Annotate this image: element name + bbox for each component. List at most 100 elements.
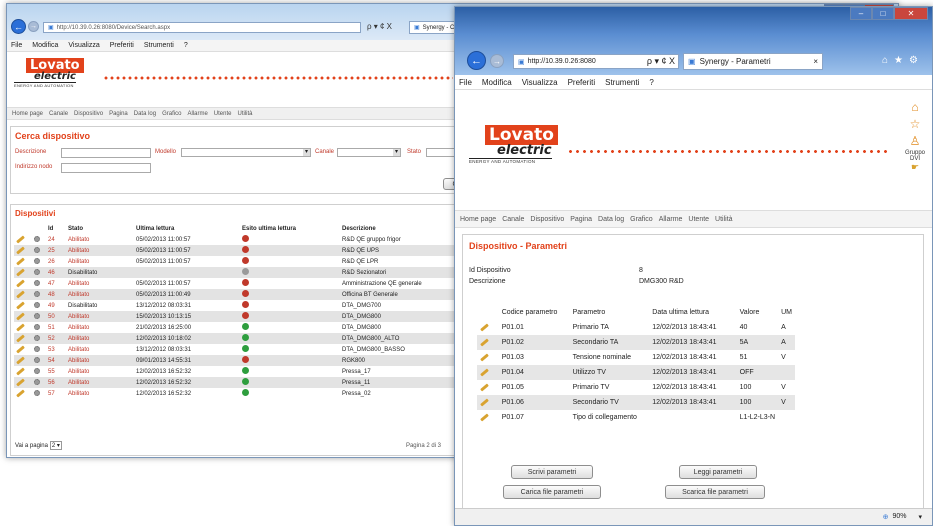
- nav-utilita[interactable]: Utilità: [715, 216, 733, 223]
- table-row[interactable]: 25 Abilitato 05/02/2013 11:00:57 R&D QE UPS: [14, 245, 466, 256]
- table-row[interactable]: 46 Disabilitato R&D Sezionatori: [14, 267, 466, 278]
- edit-pencil-icon[interactable]: [16, 366, 25, 376]
- menu-strumenti[interactable]: Strumenti: [605, 78, 639, 87]
- table-row[interactable]: P01.02 Secondario TA 12/02/2013 18:43:41 5A…: [477, 335, 795, 350]
- table-row[interactable]: P01.04 Utilizzo TV 12/02/2013 18:43:41 OFF: [477, 365, 795, 380]
- nav-dispositivo[interactable]: Dispositivo: [74, 111, 103, 117]
- table-row[interactable]: 48 Abilitato 05/02/2013 11:00:49 Officina B…: [14, 289, 466, 300]
- back-button[interactable]: ←: [467, 51, 486, 70]
- browser-tab[interactable]: ▣ Synergy - Parametri ×: [683, 53, 823, 70]
- nav-utente[interactable]: Utente: [214, 111, 232, 117]
- menu-modifica[interactable]: Modifica: [482, 78, 512, 87]
- gear-icon[interactable]: [34, 345, 40, 352]
- forward-button[interactable]: →: [28, 21, 39, 32]
- gear-icon[interactable]: [34, 389, 40, 396]
- table-row[interactable]: 47 Abilitato 05/02/2013 11:00:57 Amministra…: [14, 278, 466, 289]
- table-row[interactable]: 55 Abilitato 12/02/2013 16:52:32 Pressa_17: [14, 366, 466, 377]
- menu-file[interactable]: File: [459, 78, 472, 87]
- gear-icon[interactable]: [34, 378, 40, 385]
- gear-icon[interactable]: [34, 301, 40, 308]
- table-row[interactable]: P01.06 Secondario TV 12/02/2013 18:43:41 10…: [477, 395, 795, 410]
- nav-utente[interactable]: Utente: [688, 216, 709, 223]
- table-row[interactable]: 53 Abilitato 13/12/2012 08:03:31 DTA_DMG800…: [14, 344, 466, 355]
- descrizione-input[interactable]: [61, 148, 151, 158]
- nav-datalog[interactable]: Data log: [134, 111, 156, 117]
- table-row[interactable]: P01.07 Tipo di collegamento L1-L2-L3-N: [477, 410, 795, 425]
- search-refresh-icons[interactable]: ρ ▾ ¢ X: [367, 22, 392, 31]
- hand-icon[interactable]: ☛: [902, 162, 928, 173]
- edit-pencil-icon[interactable]: [16, 311, 25, 321]
- close-icon[interactable]: ✕: [894, 7, 928, 20]
- search-refresh-icons[interactable]: ρ ▾ ¢ X: [647, 56, 678, 67]
- gear-icon[interactable]: [34, 235, 40, 242]
- table-row[interactable]: 24 Abilitato 05/02/2013 11:00:57 R&D QE gru…: [14, 234, 466, 245]
- address-bar[interactable]: ▣ http://10.39.0.26:8080/Device/Search.a…: [43, 22, 361, 33]
- forward-button[interactable]: →: [490, 54, 504, 68]
- minimize-icon[interactable]: –: [850, 7, 872, 20]
- write-parameters-button[interactable]: Scrivi parametri: [511, 465, 593, 479]
- table-row[interactable]: 51 Abilitato 21/02/2013 16:25:00 DTA_DMG800: [14, 322, 466, 333]
- edit-pencil-icon[interactable]: [16, 234, 25, 244]
- back-button[interactable]: ←: [11, 19, 26, 34]
- indirizzo-input[interactable]: [61, 163, 151, 173]
- edit-pencil-icon[interactable]: [16, 355, 25, 365]
- gear-icon[interactable]: [34, 257, 40, 264]
- nav-home[interactable]: Home page: [12, 111, 43, 117]
- table-row[interactable]: 49 Disabilitato 13/12/2012 08:03:31 DTA_DMG…: [14, 300, 466, 311]
- nav-allarme[interactable]: Allarme: [659, 216, 683, 223]
- table-row[interactable]: 56 Abilitato 12/02/2013 16:52:32 Pressa_11: [14, 377, 466, 388]
- canale-select[interactable]: [337, 148, 401, 157]
- edit-pencil-icon[interactable]: [480, 368, 489, 377]
- gear-icon[interactable]: [34, 312, 40, 319]
- nav-dispositivo[interactable]: Dispositivo: [530, 216, 564, 223]
- nav-home[interactable]: Home page: [460, 216, 496, 223]
- nav-datalog[interactable]: Data log: [598, 216, 624, 223]
- read-parameters-button[interactable]: Leggi parametri: [679, 465, 757, 479]
- gear-icon[interactable]: [34, 290, 40, 297]
- maximize-icon[interactable]: □: [872, 7, 894, 20]
- star-icon[interactable]: ☆: [902, 116, 928, 133]
- user-icon[interactable]: ♙: [902, 133, 928, 150]
- gear-icon[interactable]: [34, 367, 40, 374]
- gear-icon[interactable]: [34, 246, 40, 253]
- gear-icon[interactable]: [34, 323, 40, 330]
- menu-help[interactable]: ?: [649, 78, 653, 87]
- menu-visualizza[interactable]: Visualizza: [68, 42, 99, 49]
- edit-pencil-icon[interactable]: [16, 377, 25, 387]
- nav-pagina[interactable]: Pagina: [109, 111, 128, 117]
- download-file-button[interactable]: Scarica file parametri: [665, 485, 765, 499]
- table-row[interactable]: 54 Abilitato 09/01/2013 14:55:31 RGK800: [14, 355, 466, 366]
- load-file-button[interactable]: Carica file parametri: [503, 485, 601, 499]
- edit-pencil-icon[interactable]: [16, 289, 25, 299]
- table-row[interactable]: P01.03 Tensione nominale 12/02/2013 18:43:…: [477, 350, 795, 365]
- gear-icon[interactable]: [34, 334, 40, 341]
- menu-strumenti[interactable]: Strumenti: [144, 42, 174, 49]
- table-row[interactable]: 52 Abilitato 12/02/2013 10:18:02 DTA_DMG800…: [14, 333, 466, 344]
- edit-pencil-icon[interactable]: [480, 398, 489, 407]
- modello-select[interactable]: [181, 148, 311, 157]
- nav-canale[interactable]: Canale: [49, 111, 68, 117]
- menu-modifica[interactable]: Modifica: [32, 42, 58, 49]
- address-bar[interactable]: ▣ http://10.39.0.26:8080 ρ ▾ ¢ X: [513, 54, 679, 69]
- menu-visualizza[interactable]: Visualizza: [522, 78, 558, 87]
- menu-help[interactable]: ?: [184, 42, 188, 49]
- menu-preferiti[interactable]: Preferiti: [110, 42, 134, 49]
- nav-utilita[interactable]: Utilità: [237, 111, 252, 117]
- nav-canale[interactable]: Canale: [502, 216, 524, 223]
- gear-icon[interactable]: [34, 268, 40, 275]
- edit-pencil-icon[interactable]: [16, 256, 25, 266]
- edit-pencil-icon[interactable]: [16, 344, 25, 354]
- table-row[interactable]: 26 Abilitato 05/02/2013 11:00:57 R&D QE LPR: [14, 256, 466, 267]
- edit-pencil-icon[interactable]: [480, 338, 489, 347]
- home-icon[interactable]: ⌂: [902, 99, 928, 116]
- goto-select[interactable]: 2 ▾: [49, 441, 62, 450]
- edit-pencil-icon[interactable]: [16, 278, 25, 288]
- menu-file[interactable]: File: [11, 42, 22, 49]
- edit-pencil-icon[interactable]: [16, 245, 25, 255]
- table-row[interactable]: P01.05 Primario TV 12/02/2013 18:43:41 100 V: [477, 380, 795, 395]
- gear-icon[interactable]: [34, 279, 40, 286]
- edit-pencil-icon[interactable]: [16, 322, 25, 332]
- tab-close-icon[interactable]: ×: [813, 57, 818, 66]
- zoom-control[interactable]: ⊕ 90% ▾: [883, 513, 922, 521]
- edit-pencil-icon[interactable]: [16, 267, 25, 277]
